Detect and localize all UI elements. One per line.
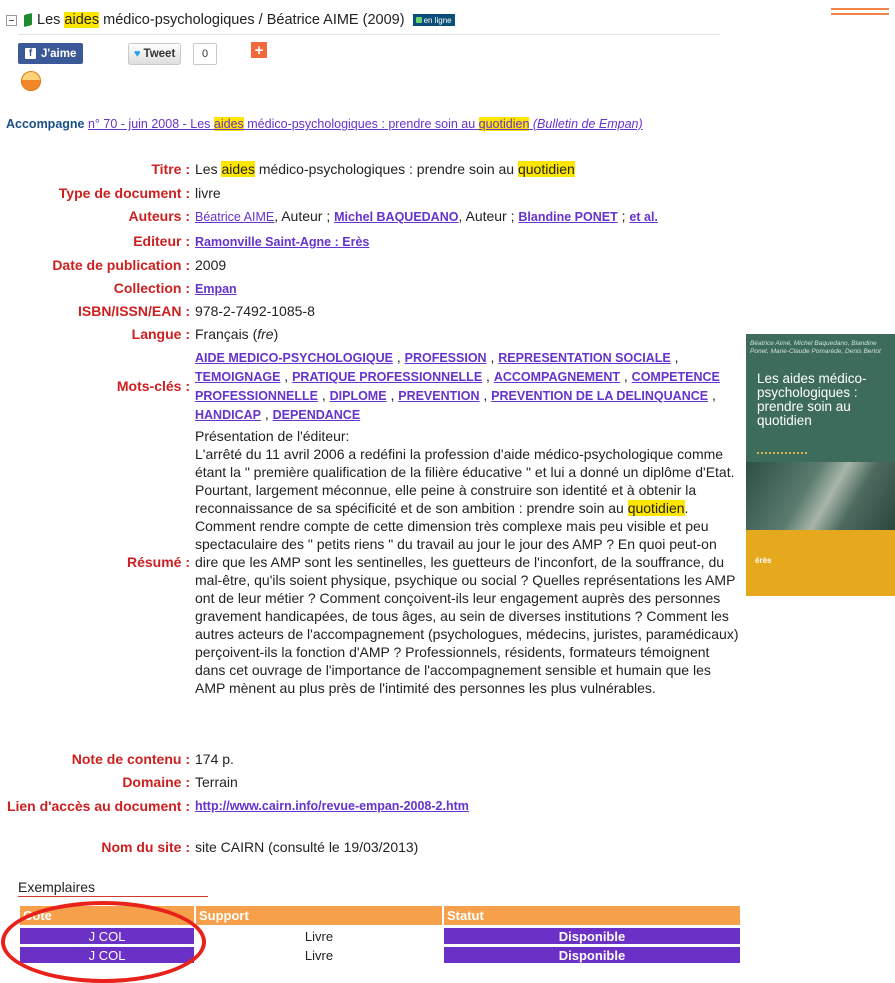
bulletin-link[interactable]: n° 70 - juin 2008 - Les aides médico-psy… xyxy=(88,117,643,131)
cover-photo xyxy=(746,462,895,530)
book-icon xyxy=(24,13,32,27)
col-header-cote[interactable]: Cote xyxy=(20,906,194,925)
field-collection: Collection : Empan xyxy=(113,280,237,296)
keyword-link[interactable]: PREVENTION xyxy=(398,389,479,403)
share-plus-button[interactable]: + xyxy=(251,42,267,59)
keyword-link[interactable]: DIPLOME xyxy=(330,389,387,403)
field-note-contenu: Note de contenu : 174 p. xyxy=(71,751,234,767)
field-nom-site: Nom du site : site CAIRN (consulté le 19… xyxy=(101,839,419,855)
author-link-aime[interactable]: Béatrice AIME xyxy=(195,210,274,224)
twitter-bird-icon: ♥ xyxy=(134,48,141,60)
statut-cell: Disponible xyxy=(444,928,740,944)
keyword-link[interactable]: REPRESENTATION SOCIALE xyxy=(498,351,670,365)
publisher-link[interactable]: Ramonville Saint-Agne : Erès xyxy=(195,235,369,249)
cote-cell: J COL xyxy=(20,947,194,963)
field-resume: Résumé : Présentation de l'éditeur: L'ar… xyxy=(126,428,739,696)
keyword-link[interactable]: AIDE MEDICO-PSYCHOLOGIQUE xyxy=(195,351,393,365)
header-divider xyxy=(18,34,720,35)
keyword-link[interactable]: PRATIQUE PROFESSIONNELLE xyxy=(292,370,482,384)
field-titre: Titre : Les aides médico-psychologiques … xyxy=(151,161,575,177)
col-header-statut[interactable]: Statut xyxy=(444,906,740,925)
accompagne-line: Accompagne n° 70 - juin 2008 - Les aides… xyxy=(6,117,643,131)
support-cell: Livre xyxy=(304,947,334,963)
publisher-logo: érès xyxy=(755,556,772,565)
field-lien-acces: Lien d'accès au document : http://www.ca… xyxy=(6,797,469,814)
book-cover-image[interactable]: Béatrice Aimé, Michel Baquedano, Blandin… xyxy=(746,334,895,596)
table-row: J COL Livre Disponible xyxy=(20,928,740,944)
collapse-toggle-icon[interactable] xyxy=(6,14,17,26)
field-type-document: Type de document : livre xyxy=(58,185,221,201)
accompagne-label: Accompagne xyxy=(6,117,85,131)
col-header-support[interactable]: Support xyxy=(196,906,442,925)
field-mots-cles: Mots-clés : AIDE MEDICO-PSYCHOLOGIQUE , … xyxy=(0,348,740,424)
exemplaires-heading: Exemplaires xyxy=(18,879,96,895)
keyword-link[interactable]: HANDICAP xyxy=(195,408,261,422)
basket-icon[interactable] xyxy=(21,71,41,91)
keywords-list: AIDE MEDICO-PSYCHOLOGIQUE , PROFESSION ,… xyxy=(195,349,720,422)
field-isbn: ISBN/ISSN/EAN : 978-2-7492-1085-8 xyxy=(77,303,315,319)
field-domaine: Domaine : Terrain xyxy=(122,774,238,790)
keyword-link[interactable]: PREVENTION DE LA DELINQUANCE xyxy=(491,389,708,403)
collection-link[interactable]: Empan xyxy=(195,282,237,296)
titre-value: Les aides médico-psychologiques : prendr… xyxy=(195,161,575,177)
keyword-link[interactable]: DEPENDANCE xyxy=(273,408,361,422)
field-date-publication: Date de publication : 2009 xyxy=(52,257,227,273)
cote-cell: J COL xyxy=(20,928,194,944)
keyword-link[interactable]: ACCOMPAGNEMENT xyxy=(494,370,620,384)
resume-text: Présentation de l'éditeur: L'arrêté du 1… xyxy=(195,428,739,696)
online-badge: en ligne xyxy=(412,14,455,26)
online-icon xyxy=(415,17,422,23)
keyword-link[interactable]: TEMOIGNAGE xyxy=(195,370,280,384)
table-row: J COL Livre Disponible xyxy=(20,947,740,963)
field-auteurs: Auteurs : Béatrice AIME, Auteur ; Michel… xyxy=(128,208,658,224)
decorative-lines xyxy=(831,8,889,18)
exemplaires-table: Cote Support Statut J COL Livre Disponib… xyxy=(18,903,742,966)
facebook-like-button[interactable]: f J'aime xyxy=(18,43,84,64)
record-title: Les aides médico-psychologiques / Béatri… xyxy=(6,10,455,30)
author-link-ponet[interactable]: Blandine PONET xyxy=(518,210,617,224)
access-url-link[interactable]: http://www.cairn.info/revue-empan-2008-2… xyxy=(195,799,469,813)
field-editeur: Editeur : Ramonville Saint-Agne : Erès xyxy=(133,233,370,249)
tweet-button[interactable]: ♥ Tweet xyxy=(128,43,182,65)
field-langue: Langue : Français (fre) xyxy=(131,326,279,342)
statut-cell: Disponible xyxy=(444,947,740,963)
support-cell: Livre xyxy=(304,928,334,944)
author-link-baquedano[interactable]: Michel BAQUEDANO xyxy=(334,210,458,224)
record-title-text: Les aides médico-psychologiques / Béatri… xyxy=(37,12,405,28)
keyword-link[interactable]: PROFESSION xyxy=(405,351,487,365)
tweet-count: 0 xyxy=(193,43,217,65)
facebook-icon: f xyxy=(25,48,36,59)
author-link-et-al[interactable]: et al. xyxy=(629,210,658,224)
